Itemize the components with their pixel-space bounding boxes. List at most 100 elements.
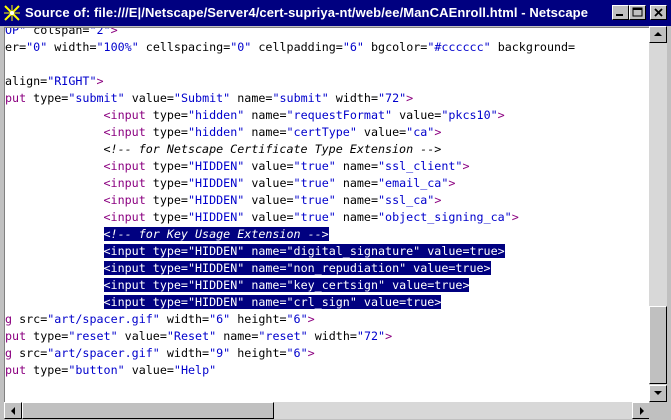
source-token: > (497, 108, 505, 122)
source-token (5, 227, 104, 241)
title-bar[interactable]: Source of: file:///E|/Netscape/Server4/c… (0, 0, 671, 26)
arrow-up-icon (654, 32, 662, 36)
source-token: <input (103, 108, 146, 122)
source-token: > (483, 261, 491, 275)
source-token (5, 125, 104, 139)
source-token: align= (5, 74, 48, 88)
source-token: <input (103, 193, 146, 207)
source-token: value=true (420, 244, 498, 258)
source-token: "HIDDEN" (187, 295, 245, 309)
scroll-down-button[interactable] (649, 385, 667, 402)
source-token: "6" (286, 346, 308, 360)
source-token: "HIDDEN" (187, 176, 245, 190)
maximize-button[interactable] (629, 5, 646, 20)
source-token: "2" (89, 27, 111, 37)
source-token: > (434, 193, 442, 207)
source-token: "Submit" (173, 91, 231, 105)
vertical-scrollbar[interactable] (649, 26, 667, 402)
source-token: "HIDDEN" (187, 210, 245, 224)
source-token: put (5, 329, 27, 343)
source-token: width= (47, 40, 97, 54)
scrollbar-corner (649, 402, 667, 419)
source-line: <input type="hidden" name="certType" val… (5, 124, 442, 141)
source-line: er="0" width="100%" cellspacing="0" cell… (5, 39, 575, 56)
source-token: "reset" (258, 329, 308, 343)
source-token: name= (230, 91, 273, 105)
minimize-icon (616, 14, 623, 16)
source-token: > (96, 74, 104, 88)
source-token: > (307, 346, 315, 360)
scroll-right-button[interactable] (632, 402, 650, 419)
source-token: type= (26, 329, 69, 343)
source-token: name= (335, 176, 379, 190)
source-token: "HIDDEN" (187, 261, 245, 275)
source-token: <input (103, 244, 146, 258)
source-token: type= (145, 108, 188, 122)
source-token: <!-- for Key Usage Extension --> (103, 227, 329, 241)
source-token: <input (103, 159, 146, 173)
window-title: Source of: file:///E|/Netscape/Server4/c… (25, 5, 589, 20)
source-token: > (497, 244, 505, 258)
source-token: "Reset" (166, 329, 217, 343)
source-token: <!-- for Netscape Certificate Type Exten… (103, 142, 442, 156)
source-token: "6" (286, 312, 308, 326)
source-token: value= (244, 210, 294, 224)
source-token: "digital_signature" (286, 244, 421, 258)
source-text-area[interactable]: OP" colspan="2"> er="0" width="100%" cell… (4, 27, 649, 419)
source-token: > (434, 295, 442, 309)
source-token: > (110, 27, 118, 37)
source-token: value= (124, 363, 174, 377)
source-token: name= (244, 295, 287, 309)
source-token: width= (328, 91, 379, 105)
netscape-source-icon[interactable] (3, 4, 21, 22)
scroll-left-button[interactable] (4, 402, 22, 419)
source-line: <!-- for Netscape Certificate Type Exten… (5, 141, 442, 158)
vertical-scroll-thumb[interactable] (649, 306, 667, 384)
source-token: value= (356, 125, 407, 139)
source-token: height= (230, 346, 287, 360)
source-token: value=true (356, 295, 435, 309)
source-token: type= (145, 295, 188, 309)
source-token: "ssl_ca" (378, 193, 435, 207)
source-token: "0" (230, 40, 252, 54)
source-token: <input (103, 176, 146, 190)
source-line: OP" colspan="2"> (5, 27, 118, 39)
source-token: type= (145, 193, 188, 207)
scroll-up-button[interactable] (649, 26, 667, 43)
source-token: > (462, 278, 470, 292)
source-token: "hidden" (187, 108, 245, 122)
source-token: name= (244, 244, 287, 258)
source-token: "HIDDEN" (187, 193, 245, 207)
source-token: width= (307, 329, 357, 343)
source-token: value= (244, 176, 294, 190)
minimize-button[interactable] (612, 5, 629, 20)
horizontal-scrollbar[interactable] (4, 402, 650, 419)
source-line: put type="submit" value="Submit" name="s… (5, 90, 413, 107)
source-token: "0" (26, 40, 48, 54)
source-token: "ca" (406, 125, 435, 139)
source-token: "true" (293, 176, 336, 190)
source-token: <input (103, 125, 146, 139)
source-token: background= (490, 40, 576, 54)
source-token: type= (26, 91, 69, 105)
source-token: height= (230, 312, 287, 326)
source-token (5, 159, 104, 173)
source-token: "pkcs10" (441, 108, 498, 122)
source-token: "6" (342, 40, 364, 54)
source-token: <input (103, 295, 146, 309)
source-token: type= (145, 244, 188, 258)
source-line: put type="reset" value="Reset" name="res… (5, 328, 392, 345)
source-token: "HIDDEN" (187, 244, 245, 258)
source-token: value= (244, 193, 294, 207)
close-button[interactable] (650, 5, 667, 20)
source-token: "9" (209, 346, 231, 360)
horizontal-scroll-thumb[interactable] (22, 402, 274, 419)
source-token: "72" (356, 329, 386, 343)
source-token: name= (244, 278, 287, 292)
source-token (5, 142, 104, 156)
source-token: src= (12, 312, 48, 326)
source-token: width= (159, 312, 210, 326)
arrow-down-icon (654, 391, 662, 395)
source-line: put type="button" value="Help" (5, 362, 216, 379)
source-line: align="RIGHT"> (5, 73, 104, 90)
